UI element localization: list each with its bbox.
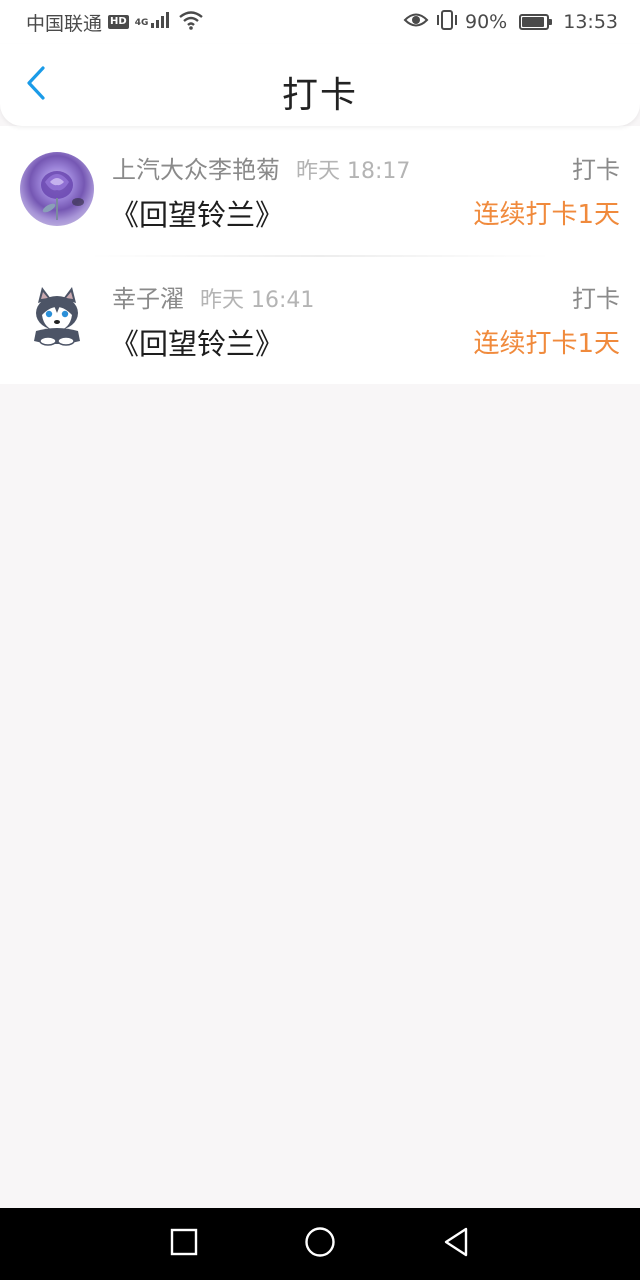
checkin-type: 打卡 [572,285,620,313]
rose-avatar[interactable] [20,152,94,226]
network-type: 4G [134,17,149,28]
status-left: 中国联通 HD 4G [26,9,204,36]
page-title: 打卡 [281,75,358,116]
clock: 13:53 [563,11,618,33]
signal-icon [150,11,172,34]
checkin-time: 昨天 18:17 [296,159,411,184]
recent-apps-button[interactable] [166,1226,202,1262]
vibrate-icon [435,9,459,35]
carrier-name: 中国联通 [26,12,103,35]
checkin-list: 上汽大众李艳菊 昨天 18:17 打卡 《回望铃兰》 连续打卡1天 幸子濯 昨天… [0,126,640,384]
checkin-type: 打卡 [572,156,620,184]
eye-icon [403,11,429,34]
book-title[interactable]: 《回望铃兰》 [110,321,284,363]
wifi-icon [178,10,204,35]
status-bar: 中国联通 HD 4G 90% 13:53 [0,0,640,44]
checkin-item[interactable]: 幸子濯 昨天 16:41 打卡 《回望铃兰》 连续打卡1天 [0,255,640,384]
home-button[interactable] [302,1226,338,1262]
book-title[interactable]: 《回望铃兰》 [110,192,284,234]
user-name: 幸子濯 [112,285,184,313]
status-right: 90% 13:53 [403,9,618,35]
recent-apps-icon [170,1228,198,1260]
back-triangle-icon [442,1227,470,1261]
battery-icon [519,14,553,30]
checkin-user: 幸子濯 昨天 16:41 [112,279,314,314]
husky-avatar[interactable] [20,281,94,355]
back-nav-button[interactable] [438,1226,474,1262]
streak-label: 连续打卡1天 [473,200,620,230]
system-nav-bar [0,1208,640,1280]
user-name: 上汽大众李艳菊 [112,156,280,184]
battery-percent: 90% [465,11,508,33]
hd-badge: HD [108,15,129,29]
battery-fill [522,17,544,27]
checkin-user: 上汽大众李艳菊 昨天 18:17 [112,150,410,185]
checkin-time: 昨天 16:41 [200,288,315,313]
screen: 中国联通 HD 4G 90% 13:53 打卡 上汽大众李艳菊 昨天 18:17… [0,0,640,1280]
home-icon [304,1226,336,1262]
header-bar: 打卡 [0,44,640,126]
checkin-item[interactable]: 上汽大众李艳菊 昨天 18:17 打卡 《回望铃兰》 连续打卡1天 [0,126,640,255]
streak-label: 连续打卡1天 [473,329,620,359]
